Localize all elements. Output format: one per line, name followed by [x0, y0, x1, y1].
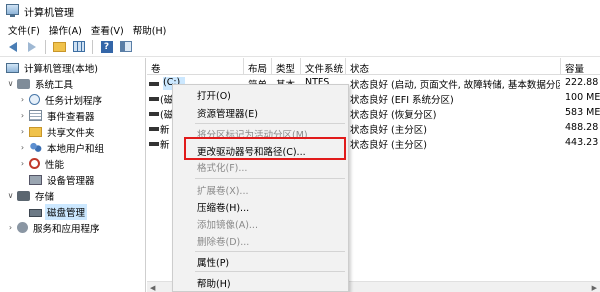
menu-item-add-mirror: 添加镜像(A)...	[197, 220, 258, 231]
highlight-annotation-box	[184, 137, 346, 160]
chevron-right-icon[interactable]: ›	[6, 223, 15, 232]
menu-item-shrink-volume[interactable]: 压缩卷(H)...	[173, 198, 348, 214]
toolbar: ?	[0, 37, 600, 57]
menu-action[interactable]: 操作(A)	[45, 20, 87, 37]
tree-item-local-users[interactable]: › 本地用户和组	[18, 140, 106, 155]
show-hide-pane-icon[interactable]	[117, 39, 134, 55]
storage-icon	[17, 190, 30, 201]
menu-separator	[195, 123, 345, 124]
chevron-right-icon[interactable]: ›	[18, 143, 27, 152]
volume-status: 状态良好 (主分区)	[350, 125, 427, 135]
chevron-right-icon[interactable]: ›	[18, 111, 27, 120]
context-menu: 打开(O) 资源管理器(E) 将分区标记为活动分区(M) 更改驱动器号和路径(C…	[172, 84, 349, 292]
column-header-filesystem[interactable]: 文件系统	[301, 58, 346, 75]
clock-icon	[29, 94, 40, 105]
volume-status: 状态良好 (EFI 系统分区)	[350, 95, 454, 105]
volume-capacity: 100 ME	[565, 92, 600, 103]
scroll-right-icon[interactable]: ▶	[592, 284, 597, 292]
column-header-layout[interactable]: 布局	[244, 58, 272, 75]
column-header-capacity[interactable]: 容量	[561, 58, 600, 75]
tree-item-services-apps[interactable]: › 服务和应用程序	[6, 220, 102, 235]
properties-icon[interactable]	[70, 39, 87, 55]
scroll-left-icon[interactable]: ◀	[150, 284, 155, 292]
forward-arrow-icon[interactable]	[23, 39, 40, 55]
menu-help[interactable]: 帮助(H)	[129, 20, 172, 37]
volume-capacity: 583 ME	[565, 107, 600, 118]
window-title: 计算机管理	[24, 8, 74, 19]
services-icon	[17, 222, 28, 233]
tree-item-event-viewer[interactable]: › 事件查看器	[18, 108, 97, 123]
shared-folder-icon	[29, 126, 42, 137]
volume-capacity: 443.23	[565, 137, 599, 148]
tree-item-task-scheduler[interactable]: › 任务计划程序	[18, 92, 104, 107]
volume-capacity: 222.88	[565, 77, 599, 88]
column-header-volume[interactable]: 卷	[147, 58, 244, 75]
toolbar-separator	[45, 39, 46, 54]
menu-separator	[195, 178, 345, 179]
menu-separator	[195, 271, 345, 272]
menu-item-explorer[interactable]: 资源管理器(E)	[173, 104, 348, 120]
volume-status: 状态良好 (恢复分区)	[350, 110, 437, 120]
chevron-right-icon[interactable]: ›	[18, 127, 27, 136]
chevron-right-icon[interactable]: ›	[18, 95, 27, 104]
computer-icon	[6, 62, 19, 73]
menu-item-properties[interactable]: 属性(P)	[173, 253, 348, 269]
tree-item-storage[interactable]: ∨ 存储	[6, 188, 56, 203]
toolbar-separator	[92, 39, 93, 54]
tree-item-disk-management[interactable]: 磁盘管理	[18, 203, 88, 220]
chevron-down-icon[interactable]: ∨	[6, 79, 15, 88]
volume-icon	[149, 82, 159, 86]
volume-capacity: 488.28	[565, 122, 599, 133]
disk-icon	[29, 208, 42, 217]
volume-status: 状态良好 (主分区)	[350, 140, 427, 150]
menu-separator	[195, 251, 345, 252]
menu-item-delete-volume: 删除卷(D)...	[197, 237, 250, 248]
volume-icon	[149, 127, 159, 131]
volume-status: 状态良好 (启动, 页面文件, 故障转储, 基本数据分区)	[350, 80, 560, 90]
menu-item-help[interactable]: 帮助(H)	[173, 274, 348, 290]
volume-name: 新	[160, 140, 170, 150]
column-header-status[interactable]: 状态	[346, 58, 561, 75]
up-folder-icon[interactable]	[51, 39, 68, 55]
tree-item-computer-management[interactable]: 计算机管理(本地)	[4, 60, 100, 75]
column-header-type[interactable]: 类型	[272, 58, 301, 75]
title-bar: 计算机管理	[0, 0, 600, 20]
menu-item-open[interactable]: 打开(O)	[173, 86, 348, 102]
menu-bar: 文件(F) 操作(A) 查看(V) 帮助(H)	[0, 20, 600, 37]
menu-view[interactable]: 查看(V)	[87, 20, 129, 37]
chevron-right-icon[interactable]: ›	[18, 159, 27, 168]
tree-item-device-manager[interactable]: 设备管理器	[18, 172, 97, 187]
menu-item-format: 格式化(F)...	[197, 163, 248, 174]
tree-item-system-tools[interactable]: ∨ 系统工具	[6, 76, 75, 91]
navigation-tree: 计算机管理(本地) ∨ 系统工具 › 任务计划程序 › 事件查看器 › 共享文件…	[0, 58, 146, 292]
tree-item-shared-folders[interactable]: › 共享文件夹	[18, 124, 97, 139]
tools-icon	[17, 78, 30, 89]
chevron-down-icon[interactable]: ∨	[6, 191, 15, 200]
menu-item-extend-volume: 扩展卷(X)...	[197, 186, 249, 197]
menu-file[interactable]: 文件(F)	[4, 20, 45, 37]
volume-icon	[149, 97, 159, 101]
back-arrow-icon[interactable]	[4, 39, 21, 55]
users-icon	[29, 141, 42, 154]
device-manager-icon	[29, 174, 42, 185]
volume-icon	[149, 142, 159, 146]
volume-icon	[149, 112, 159, 116]
tree-item-performance[interactable]: › 性能	[18, 156, 66, 171]
event-log-icon	[29, 110, 42, 121]
computer-management-icon	[6, 4, 19, 17]
help-icon[interactable]: ?	[98, 39, 115, 55]
performance-icon	[29, 158, 40, 169]
volume-name: 新	[160, 125, 170, 135]
